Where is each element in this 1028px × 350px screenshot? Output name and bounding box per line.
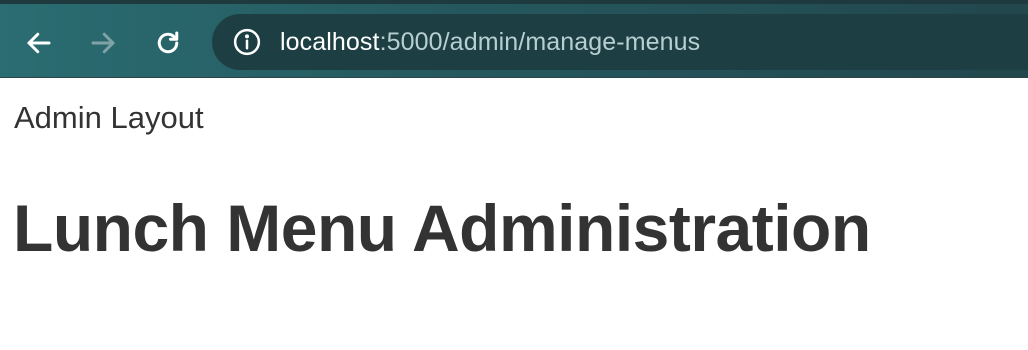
forward-button[interactable]: [86, 26, 120, 60]
url-host: localhost: [280, 27, 380, 56]
back-button[interactable]: [22, 26, 56, 60]
browser-toolbar: localhost:5000/admin/manage-menus: [0, 0, 1028, 78]
arrow-left-icon: [27, 32, 51, 54]
arrow-right-icon: [91, 32, 115, 54]
reload-button[interactable]: [151, 26, 185, 60]
url-path: :5000/admin/manage-menus: [379, 27, 701, 56]
info-icon[interactable]: [232, 27, 262, 57]
reload-icon: [157, 31, 179, 54]
page-content: Admin Layout Lunch Menu Administration: [0, 78, 1028, 350]
layout-label: Admin Layout: [14, 100, 204, 135]
address-bar[interactable]: localhost:5000/admin/manage-menus: [212, 14, 1028, 70]
page-title: Lunch Menu Administration: [13, 191, 871, 265]
url-text[interactable]: localhost:5000/admin/manage-menus: [280, 28, 700, 57]
